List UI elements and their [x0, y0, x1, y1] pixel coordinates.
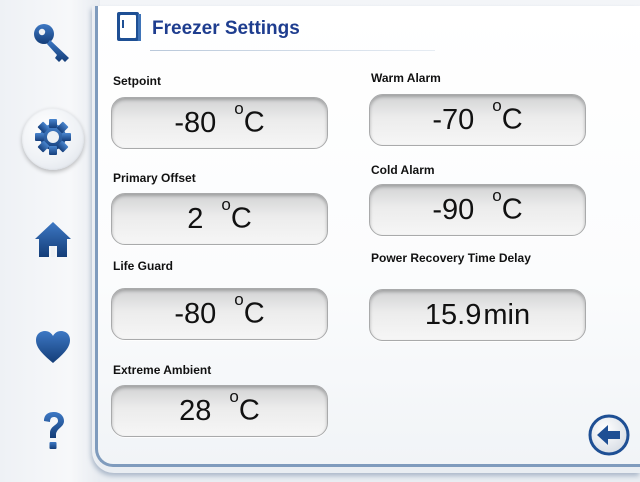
- home-icon: [31, 217, 75, 266]
- primary-offset-unit: oC: [221, 195, 252, 235]
- help-icon: [36, 409, 70, 458]
- back-button[interactable]: [588, 414, 630, 456]
- power-recovery-field[interactable]: 15.9 min: [369, 289, 586, 341]
- extreme-ambient-unit: oC: [229, 387, 260, 427]
- primary-offset-value: 2: [187, 202, 204, 235]
- cold-alarm-unit: oC: [492, 186, 523, 226]
- warm-alarm-value: -70: [432, 103, 475, 136]
- warm-alarm-unit: oC: [492, 96, 523, 136]
- key-icon: [31, 21, 75, 70]
- freezer-icon: [116, 11, 142, 48]
- warm-alarm-field[interactable]: -70 oC: [369, 94, 586, 146]
- life-guard-value: -80: [174, 297, 217, 330]
- extreme-ambient-value: 28: [179, 394, 212, 427]
- title-divider: [150, 50, 435, 51]
- power-recovery-label: Power Recovery Time Delay: [371, 251, 531, 265]
- back-arrow-icon: [588, 414, 630, 460]
- warm-alarm-label: Warm Alarm: [371, 71, 441, 85]
- extreme-ambient-label: Extreme Ambient: [113, 363, 212, 377]
- life-guard-unit: oC: [234, 290, 265, 330]
- cold-alarm-value: -90: [432, 193, 475, 226]
- life-guard-field[interactable]: -80 oC: [111, 288, 328, 340]
- heart-icon: [33, 327, 73, 372]
- cold-alarm-label: Cold Alarm: [371, 163, 435, 177]
- sidebar: [0, 0, 100, 482]
- sidebar-item-help[interactable]: [22, 402, 84, 464]
- primary-offset-field[interactable]: 2 oC: [111, 193, 328, 245]
- sidebar-item-settings[interactable]: [22, 108, 84, 170]
- gear-icon: [33, 117, 73, 162]
- cold-alarm-field[interactable]: -90 oC: [369, 184, 586, 236]
- sidebar-item-security[interactable]: [22, 14, 84, 76]
- setpoint-field[interactable]: -80 oC: [111, 97, 328, 149]
- page-header: Freezer Settings: [116, 11, 300, 44]
- sidebar-item-home[interactable]: [22, 210, 84, 272]
- extreme-ambient-field[interactable]: 28 oC: [111, 385, 328, 437]
- primary-offset-label: Primary Offset: [113, 171, 196, 185]
- life-guard-label: Life Guard: [113, 259, 174, 273]
- power-recovery-value: 15.9: [424, 298, 482, 331]
- setpoint-value: -80: [174, 106, 217, 139]
- sidebar-item-favorites[interactable]: [22, 318, 84, 380]
- setpoint-label: Setpoint: [113, 74, 161, 88]
- page-title: Freezer Settings: [152, 18, 300, 39]
- power-recovery-unit: min: [483, 298, 531, 331]
- setpoint-unit: oC: [234, 99, 265, 139]
